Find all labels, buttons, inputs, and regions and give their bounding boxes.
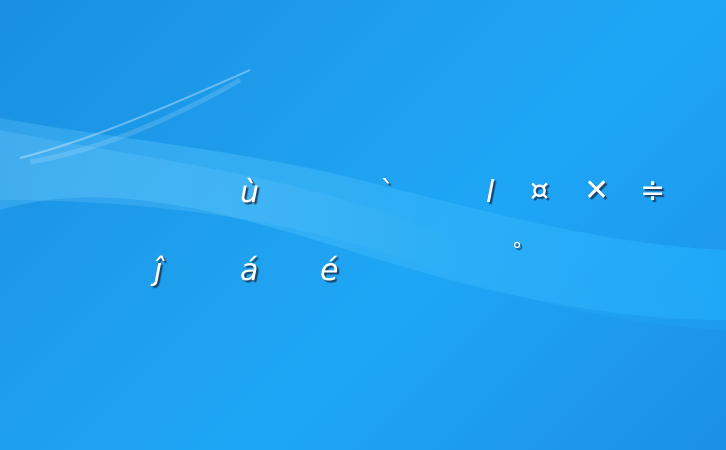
desktop-glyph-currency-sign: ¤ xyxy=(530,173,550,208)
desktop-glyph-degree: ° xyxy=(512,238,522,262)
desktop[interactable]: ù ` l ¤ ✕ ≑ ĵ á é ° xyxy=(0,0,726,450)
desktop-glyph-l: l xyxy=(486,175,495,210)
desktop-glyph-j-circumflex: ĵ xyxy=(154,253,163,288)
desktop-glyph-multiply-x: ✕ xyxy=(584,173,610,208)
desktop-glyph-a-acute: á xyxy=(240,253,259,288)
desktop-glyph-u-grave: ù xyxy=(240,175,260,210)
desktop-glyph-e-acute: é xyxy=(320,253,339,288)
desktop-glyph-backtick: ` xyxy=(380,175,395,210)
desktop-glyph-approx-equals: ≑ xyxy=(640,173,666,208)
wallpaper-background xyxy=(0,69,726,330)
wallpaper-wave-lower xyxy=(0,130,726,330)
